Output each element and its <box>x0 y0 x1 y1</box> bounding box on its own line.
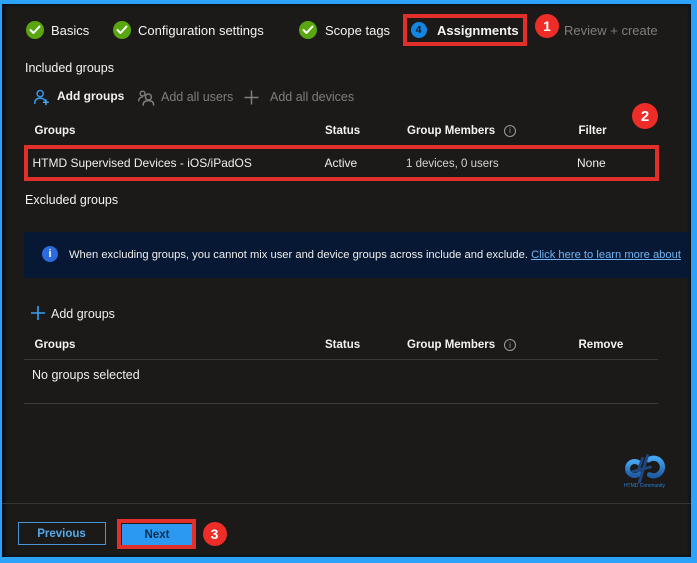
svg-text:HTMD Community: HTMD Community <box>624 483 666 489</box>
